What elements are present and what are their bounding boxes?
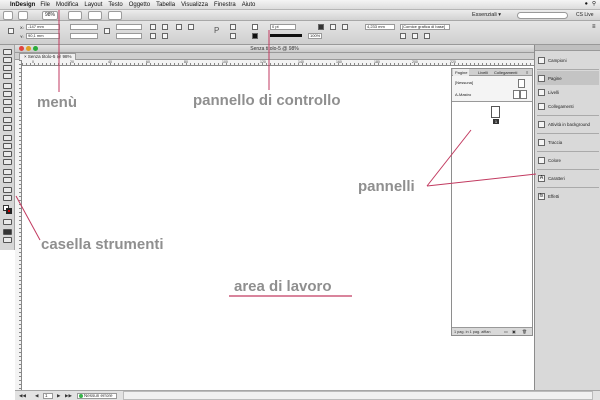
dock-callout-line	[426, 173, 537, 187]
annotation-control-panel: pannello di controllo	[193, 92, 341, 109]
annotation-panels: pannelli	[358, 178, 415, 195]
annotation-toolbox: casella strumenti	[41, 236, 164, 253]
annotation-work-area: area di lavoro	[234, 278, 332, 295]
toolbox-callout-line	[15, 195, 41, 241]
annotation-lines	[15, 10, 537, 297]
indesign-screenshot: InDesign File Modifica Layout Testo Ogge…	[0, 0, 600, 400]
pages-panel-callout-line	[426, 129, 472, 187]
annotation-menu: menù	[37, 94, 78, 111]
